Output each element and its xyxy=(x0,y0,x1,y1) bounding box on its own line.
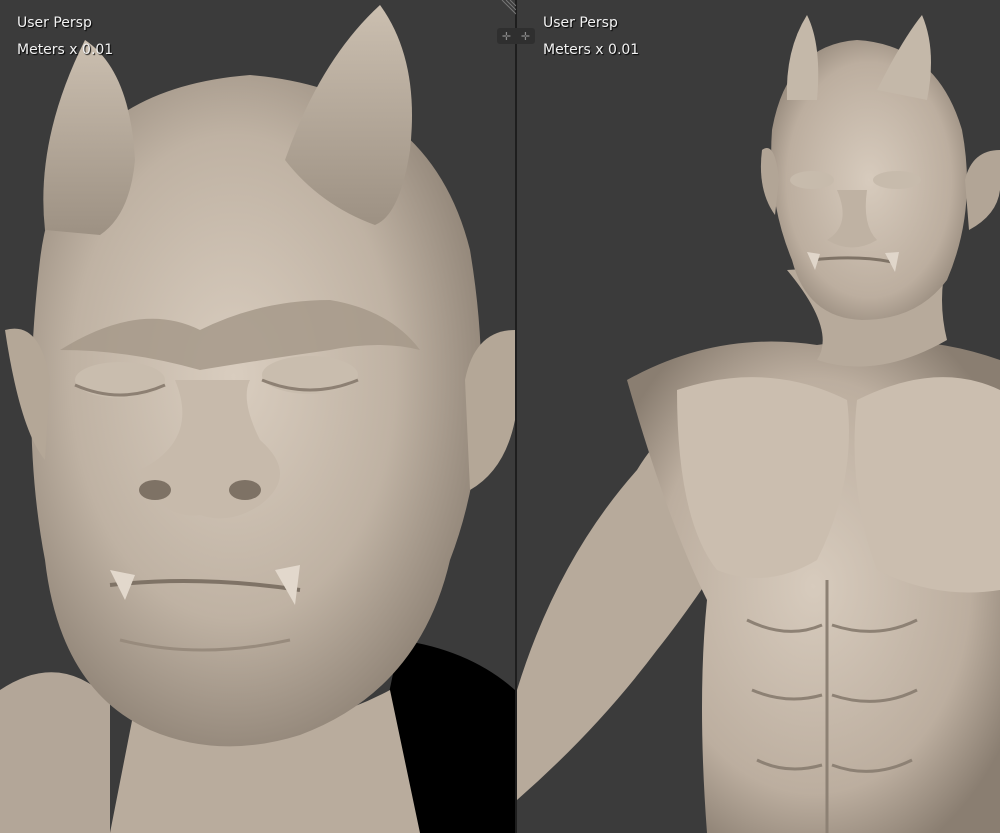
orc-head-closeup-render xyxy=(0,5,515,833)
viewport-left[interactable]: User Persp Meters x 0.01 xyxy=(0,0,515,833)
plus-icon[interactable]: ✛ xyxy=(502,30,511,43)
area-split-widget[interactable]: ✛ ✛ xyxy=(497,28,535,44)
viewport-info-overlay: User Persp Meters x 0.01 xyxy=(17,10,113,64)
units-label: Meters x 0.01 xyxy=(543,42,640,58)
view-name-label: User Persp xyxy=(17,15,92,31)
viewport-info-overlay: User Persp Meters x 0.01 xyxy=(543,10,639,64)
viewport-right[interactable]: User Persp Meters x 0.01 xyxy=(517,0,1000,833)
area-split-corner-icon[interactable] xyxy=(500,0,516,16)
units-label: Meters x 0.01 xyxy=(17,42,114,58)
orc-torso-render xyxy=(517,15,1000,833)
view-name-label: User Persp xyxy=(543,15,618,31)
plus-icon[interactable]: ✛ xyxy=(521,30,530,43)
